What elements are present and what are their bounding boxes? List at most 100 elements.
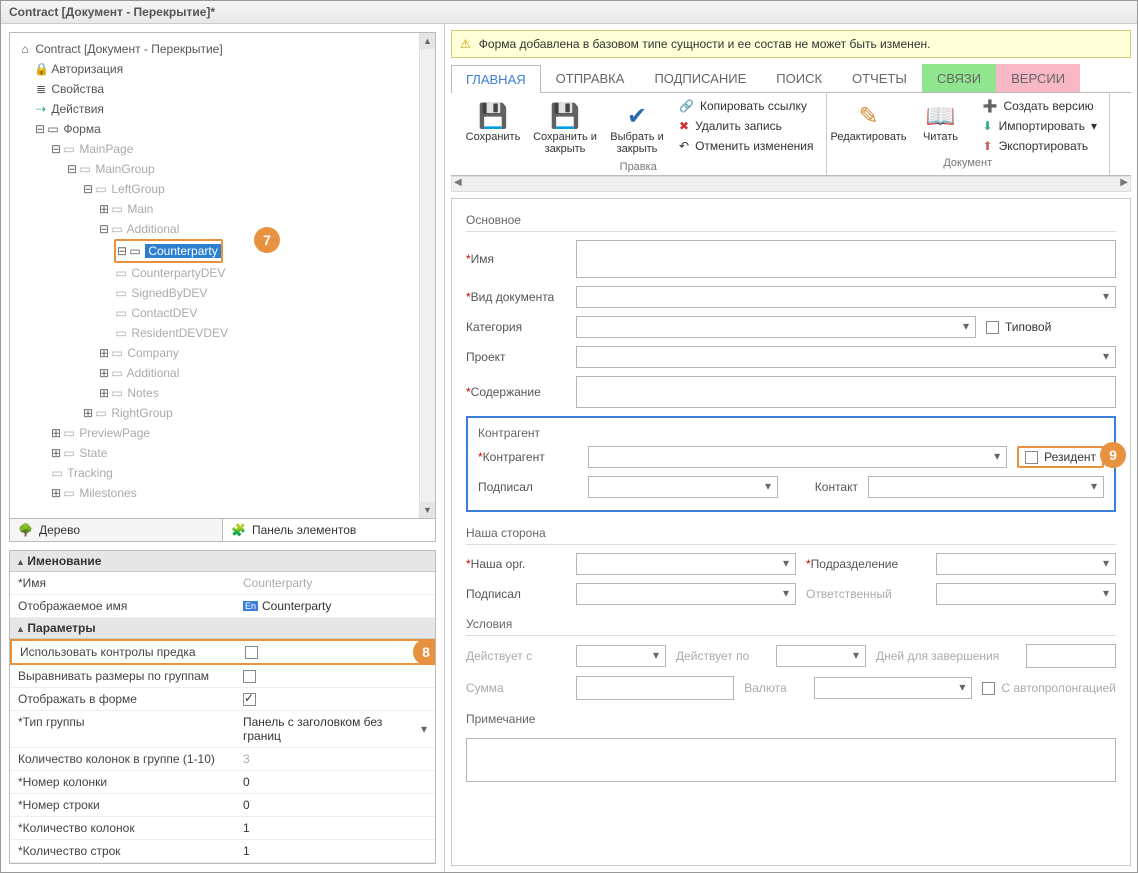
- prop-coln-value[interactable]: 0: [235, 771, 435, 793]
- tree-auth[interactable]: 🔒 Авторизация: [14, 59, 431, 79]
- tab-tree[interactable]: 🌳Дерево: [10, 519, 222, 541]
- prop-use-parent-value[interactable]: [237, 641, 433, 663]
- edit-button[interactable]: ✎Редактировать: [835, 97, 903, 147]
- create-version-button[interactable]: ➕Создать версию: [979, 97, 1102, 115]
- prop-disp-value[interactable]: EnCounterparty: [235, 595, 435, 617]
- ribtab-versions[interactable]: ВЕРСИИ: [996, 64, 1080, 92]
- prop-name-value[interactable]: Counterparty: [235, 572, 435, 594]
- ribtab-send[interactable]: ОТПРАВКА: [541, 64, 640, 92]
- lab-content: *Содержание: [466, 385, 566, 399]
- field-from[interactable]: [576, 645, 666, 667]
- group-params[interactable]: Параметры: [10, 618, 435, 639]
- tree-leftgroup[interactable]: ⊟▭ LeftGroup: [14, 179, 431, 199]
- tree-milestones[interactable]: ⊞▭ Milestones: [14, 483, 431, 503]
- tree-tabs: 🌳Дерево 🧩Панель элементов: [9, 519, 436, 542]
- chk-autoprolong[interactable]: [982, 682, 995, 695]
- left-pane: ▲▼ ⌂ Contract [Документ - Перекрытие] 🔒 …: [1, 24, 445, 872]
- prop-ncols-label: *Количество колонок: [10, 817, 235, 839]
- field-resp[interactable]: [936, 583, 1116, 605]
- section-terms: Условия: [466, 613, 1116, 636]
- save-close-icon: 💾: [550, 101, 580, 131]
- tree-icon: 🌳: [18, 523, 33, 537]
- field-signed[interactable]: [588, 476, 778, 498]
- lab-sum: Сумма: [466, 681, 566, 695]
- tree-contact-dev[interactable]: ▭ ContactDEV: [14, 303, 431, 323]
- ribbon: 💾Сохранить 💾Сохранить и закрыть ✔Выбрать…: [451, 93, 1131, 176]
- field-contact[interactable]: [868, 476, 1104, 498]
- tree-additional2[interactable]: ⊞▭ Additional: [14, 363, 431, 383]
- field-content[interactable]: [576, 376, 1116, 408]
- field-sum[interactable]: [576, 676, 734, 700]
- tree-tracking[interactable]: ▭ Tracking: [14, 463, 431, 483]
- lab-signed: Подписал: [478, 480, 578, 494]
- tree-company[interactable]: ⊞▭ Company: [14, 343, 431, 363]
- import-button[interactable]: ⬇Импортировать ▾: [979, 117, 1102, 135]
- prop-align-value[interactable]: [235, 665, 435, 687]
- save-close-button[interactable]: 💾Сохранить и закрыть: [531, 97, 599, 159]
- tree-counterparty[interactable]: ⊟▭ Counterparty: [114, 239, 223, 263]
- ribtab-main[interactable]: ГЛАВНАЯ: [451, 65, 541, 93]
- tree-signed-dev[interactable]: ▭ SignedByDEV: [14, 283, 431, 303]
- field-our-org[interactable]: [576, 553, 796, 575]
- tree-scrollbar[interactable]: ▲▼: [419, 33, 435, 518]
- chk-typical[interactable]: [986, 321, 999, 334]
- prop-nrows-value[interactable]: 1: [235, 840, 435, 862]
- callout-7: 7: [254, 227, 280, 253]
- select-close-button[interactable]: ✔Выбрать и закрыть: [603, 97, 671, 159]
- save-button[interactable]: 💾Сохранить: [459, 97, 527, 147]
- prop-rown-value[interactable]: 0: [235, 794, 435, 816]
- copy-link-button[interactable]: 🔗Копировать ссылку: [675, 97, 818, 115]
- read-button[interactable]: 📖Читать: [907, 97, 975, 147]
- prop-cols-in-value[interactable]: 3: [235, 748, 435, 770]
- field-currency[interactable]: [814, 677, 972, 699]
- tree-maingroup[interactable]: ⊟▭ MainGroup: [14, 159, 431, 179]
- prop-gtype-value[interactable]: Панель с заголовком без границ▾: [235, 711, 435, 747]
- field-signed2[interactable]: [576, 583, 796, 605]
- field-project[interactable]: [576, 346, 1116, 368]
- tree-notes[interactable]: ⊞▭ Notes: [14, 383, 431, 403]
- form-preview: Основное *Имя *Вид документа КатегорияТи…: [451, 198, 1131, 866]
- lab-signed2: Подписал: [466, 587, 566, 601]
- field-category[interactable]: [576, 316, 976, 338]
- tree-additional1[interactable]: ⊟▭ Additional: [14, 219, 431, 239]
- tree-root[interactable]: ⌂ Contract [Документ - Перекрытие]: [14, 39, 431, 59]
- prop-gtype-label: *Тип группы: [10, 711, 235, 747]
- lab-our-org: *Наша орг.: [466, 557, 566, 571]
- group-naming[interactable]: Именование: [10, 551, 435, 572]
- group-contragent: 9 Контрагент *Контрагент Резидент Подпис…: [466, 416, 1116, 512]
- field-name[interactable]: [576, 240, 1116, 278]
- tree-props[interactable]: ≣ Свойства: [14, 79, 431, 99]
- tree-resident-dev[interactable]: ▭ ResidentDEVDEV: [14, 323, 431, 343]
- ribbon-scrollbar[interactable]: [451, 176, 1131, 192]
- prop-ncols-value[interactable]: 1: [235, 817, 435, 839]
- tree-cp-dev[interactable]: ▭ CounterpartyDEV: [14, 263, 431, 283]
- lab-name: *Имя: [466, 252, 566, 266]
- prop-show-value[interactable]: [235, 688, 435, 710]
- field-dept[interactable]: [936, 553, 1116, 575]
- tab-panel[interactable]: 🧩Панель элементов: [222, 519, 435, 541]
- chk-resident[interactable]: [1025, 451, 1038, 464]
- ribbon-group-edit: Правка: [620, 159, 657, 173]
- cancel-button[interactable]: ↶Отменить изменения: [675, 137, 818, 155]
- field-note[interactable]: [466, 738, 1116, 782]
- tree-main[interactable]: ⊞▭ Main: [14, 199, 431, 219]
- section-contragent: Контрагент: [478, 426, 1104, 440]
- ribtab-reports[interactable]: ОТЧЕТЫ: [837, 64, 922, 92]
- delete-button[interactable]: ✖Удалить запись: [675, 117, 818, 135]
- field-cp[interactable]: [588, 446, 1007, 468]
- tree-previewpage[interactable]: ⊞▭ PreviewPage: [14, 423, 431, 443]
- tree-mainpage[interactable]: ⊟▭ MainPage: [14, 139, 431, 159]
- tree-rightgroup[interactable]: ⊞▭ RightGroup: [14, 403, 431, 423]
- ribtab-sign[interactable]: ПОДПИСАНИЕ: [639, 64, 761, 92]
- field-to[interactable]: [776, 645, 866, 667]
- field-doctype[interactable]: [576, 286, 1116, 308]
- ribtab-links[interactable]: СВЯЗИ: [922, 64, 996, 92]
- tree-form[interactable]: ⊟▭ Форма: [14, 119, 431, 139]
- ribtab-search[interactable]: ПОИСК: [761, 64, 837, 92]
- tree-state[interactable]: ⊞▭ State: [14, 443, 431, 463]
- lab-resp: Ответственный: [806, 587, 926, 601]
- tree-actions[interactable]: ⇢ Действия: [14, 99, 431, 119]
- field-days[interactable]: [1026, 644, 1116, 668]
- export-button[interactable]: ⬆Экспортировать: [979, 137, 1102, 155]
- lab-category: Категория: [466, 320, 566, 334]
